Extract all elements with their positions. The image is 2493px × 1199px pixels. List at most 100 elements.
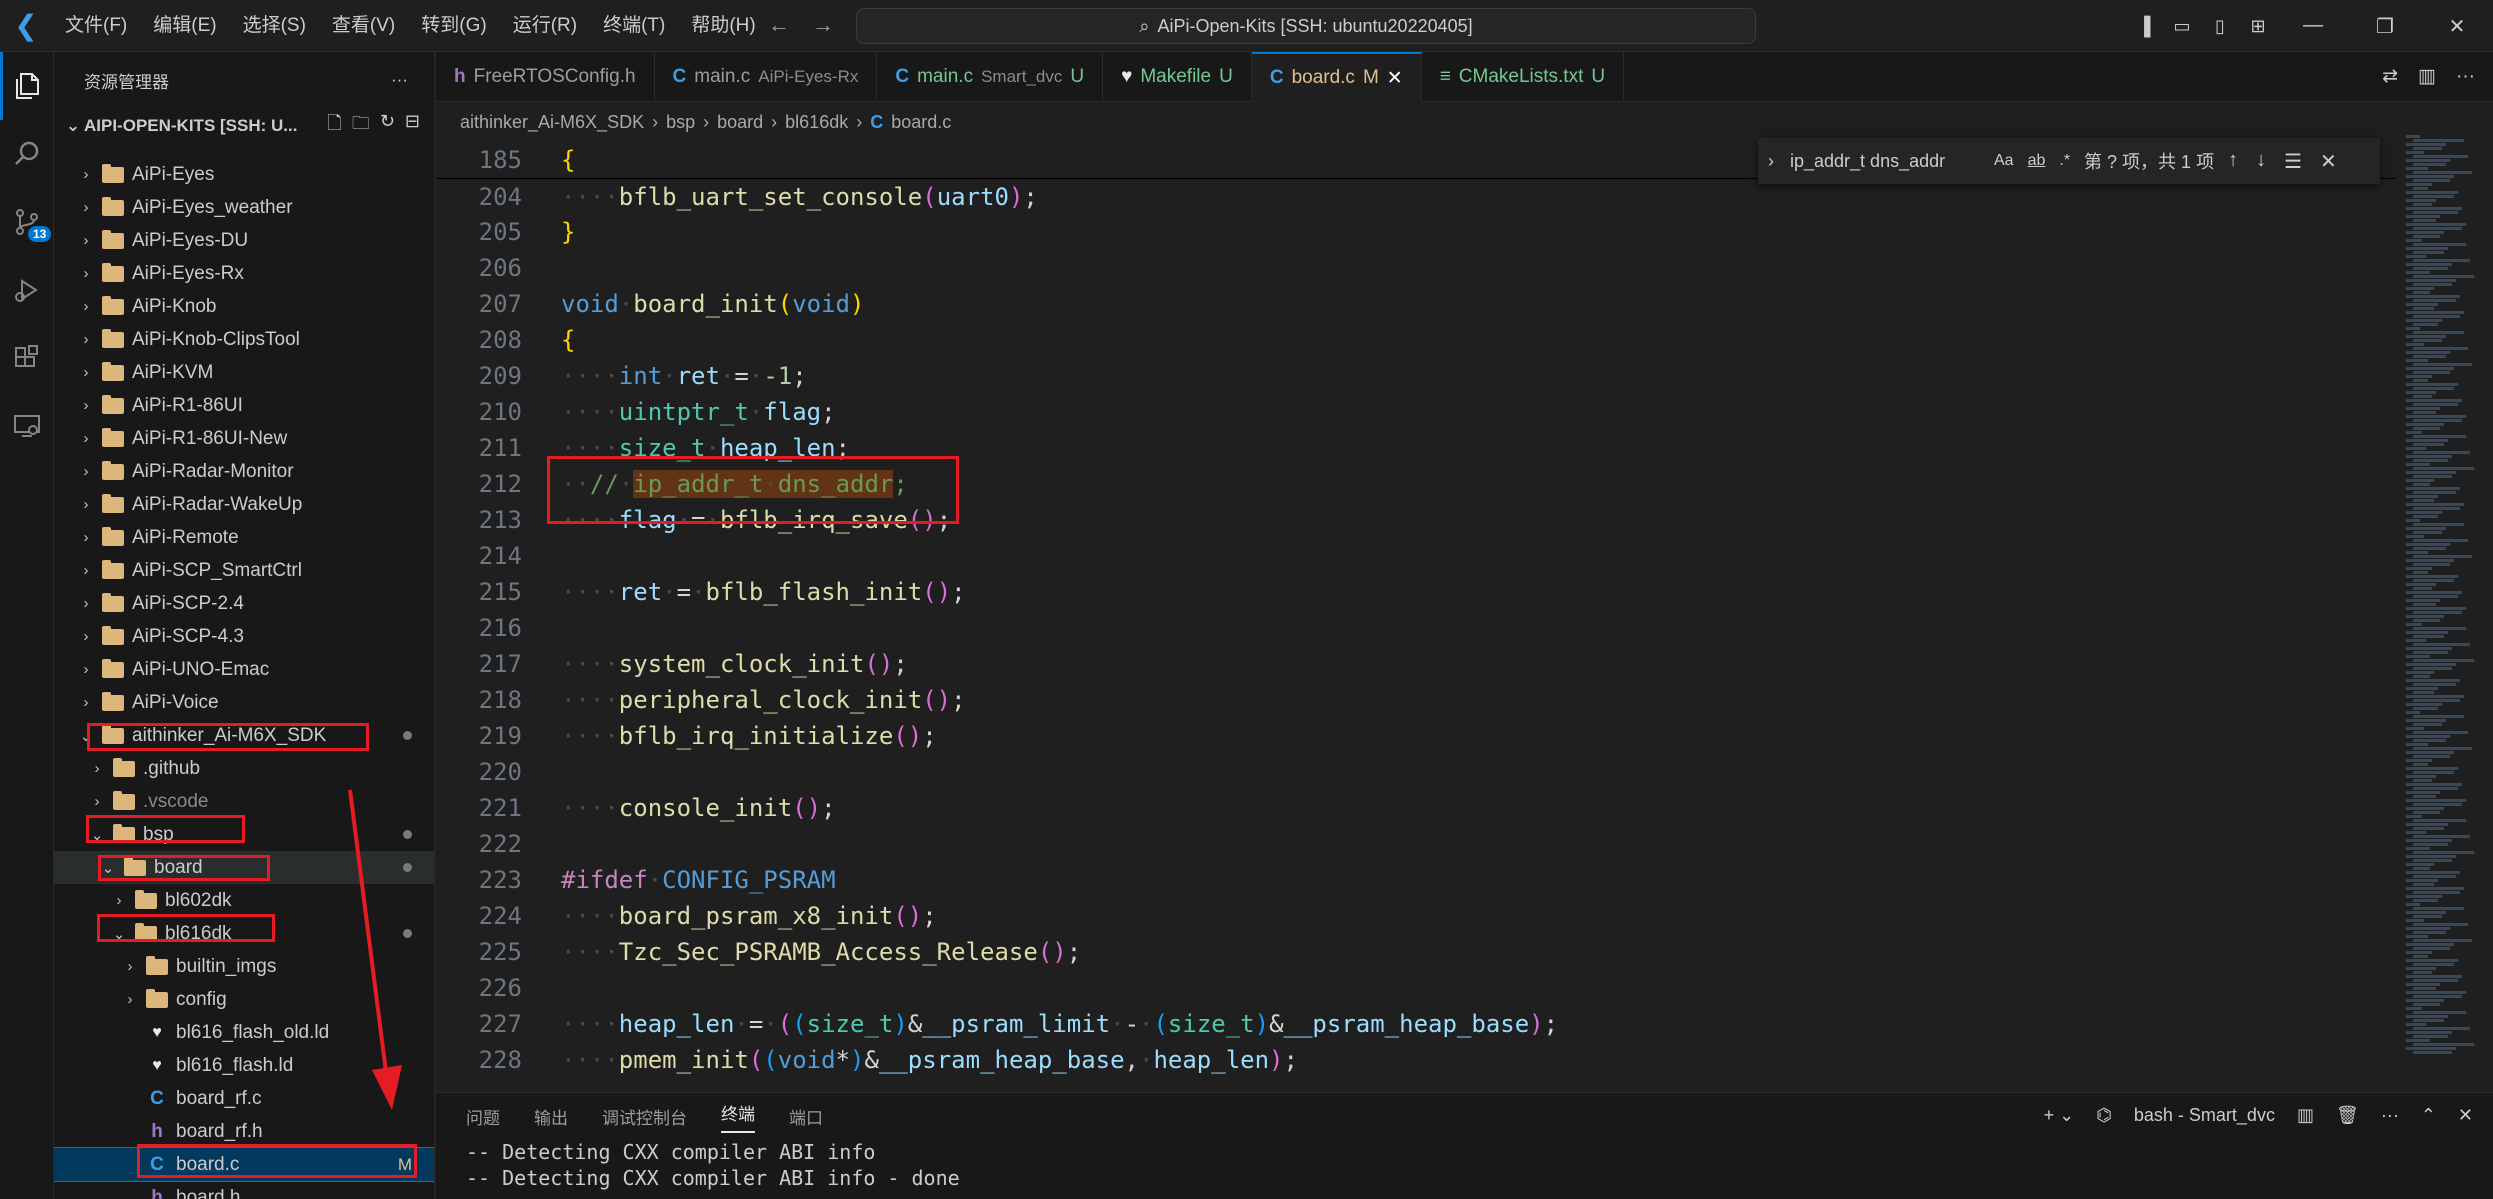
editor-tab[interactable]: Cmain.c AiPi-Eyes-Rx [655, 52, 878, 102]
toggle-secondary-sidebar-icon[interactable]: ▯ [2201, 16, 2239, 37]
tree-item[interactable]: › AiPi-R1-86UI-New [54, 422, 434, 455]
panel-tab[interactable]: 终端 [721, 1100, 755, 1133]
panel-tab[interactable]: 调试控制台 [602, 1104, 687, 1129]
customize-layout-icon[interactable]: ⊞ [2239, 16, 2277, 37]
split-terminal-icon[interactable]: ▥ [2297, 1105, 2314, 1126]
compare-changes-icon[interactable]: ⇄ [2382, 65, 2398, 88]
next-match-icon[interactable]: ↓ [2256, 149, 2266, 174]
source-control-icon[interactable]: 13 [0, 188, 54, 256]
toggle-panel-icon[interactable]: ▭ [2163, 16, 2201, 37]
terminal-name[interactable]: bash - Smart_dvc [2134, 1105, 2275, 1126]
remote-explorer-icon[interactable] [0, 392, 54, 460]
breadcrumb-item[interactable]: board.c [891, 112, 951, 133]
minimap-line [2413, 803, 2462, 806]
tree-item[interactable]: › AiPi-Eyes-Rx [54, 257, 434, 290]
editor-tab[interactable]: ♥ Makefile U [1103, 52, 1252, 102]
back-arrow-icon[interactable]: ← [768, 12, 790, 38]
toggle-primary-sidebar-icon[interactable]: ▐ [2125, 16, 2163, 37]
tree-item[interactable]: › AiPi-SCP-2.4 [54, 587, 434, 620]
code-editor[interactable]: 185 {204 ····bflb_uart_set_console(uart0);… [436, 142, 2396, 1092]
toggle-replace-icon[interactable]: › [1758, 151, 1784, 172]
tree-item[interactable]: › AiPi-Eyes-DU [54, 224, 434, 257]
tree-item[interactable]: › AiPi-KVM [54, 356, 434, 389]
command-center[interactable]: ⌕ AiPi-Open-Kits [SSH: ubuntu20220405] [856, 8, 1756, 44]
tree-item[interactable]: › AiPi-Remote [54, 521, 434, 554]
use-regex-icon[interactable]: .* [2059, 152, 2070, 170]
code-text: ····board_psram_x8_init(); [561, 902, 937, 930]
extensions-icon[interactable] [0, 324, 54, 392]
editor-tab[interactable]: Cmain.c Smart_dvc U [877, 52, 1104, 102]
breadcrumb-item[interactable]: bsp [666, 112, 695, 133]
panel-tab[interactable]: 输出 [534, 1104, 568, 1129]
match-case-icon[interactable]: Aa [1994, 152, 2014, 170]
menu-item[interactable]: 转到(G) [408, 0, 499, 52]
breadcrumb-item[interactable]: bl616dk [785, 112, 848, 133]
find-input[interactable]: ip_addr_t dns_addr [1784, 151, 1994, 172]
panel-tab[interactable]: 问题 [466, 1104, 500, 1129]
maximize-panel-icon[interactable]: ⌃ [2421, 1105, 2436, 1126]
workspace-section-header[interactable]: ⌄ AIPI-OPEN-KITS [SSH: U... 🗋 🗀 ↻ ⊟ [54, 108, 434, 144]
kill-terminal-icon[interactable]: 🗑 [2336, 1105, 2359, 1126]
tree-item[interactable]: › AiPi-SCP_SmartCtrl [54, 554, 434, 587]
tab-label: CMakeLists.txt [1458, 66, 1584, 87]
collapse-all-icon[interactable]: ⊟ [405, 111, 420, 141]
close-tab-icon[interactable]: ✕ [1387, 67, 1403, 90]
line-number: 224 [478, 902, 522, 930]
minimap-line [2413, 259, 2470, 262]
find-in-selection-icon[interactable]: ☰ [2284, 149, 2302, 174]
editor-tab[interactable]: h FreeRTOSConfig.h [436, 52, 655, 102]
split-editor-icon[interactable]: ▥ [2418, 65, 2436, 88]
refresh-icon[interactable]: ↻ [380, 111, 395, 141]
menu-item[interactable]: 编辑(E) [140, 0, 229, 52]
new-file-icon[interactable]: 🗋 [327, 111, 341, 141]
tree-item[interactable]: › AiPi-UNO-Emac [54, 653, 434, 686]
title-bar: ❮ 文件(F) 编辑(E) 选择(S) 查看(V) 转到(G) 运行(R) 终端(T) 帮助(… [0, 0, 2493, 52]
previous-match-icon[interactable]: ↑ [2228, 149, 2238, 174]
tree-item[interactable]: › AiPi-Knob [54, 290, 434, 323]
tree-item[interactable]: › AiPi-Radar-WakeUp [54, 488, 434, 521]
minimap[interactable] [2402, 135, 2493, 1085]
explorer-icon[interactable] [0, 52, 54, 120]
menu-item[interactable]: 查看(V) [319, 0, 408, 52]
panel-tab[interactable]: 端口 [789, 1104, 823, 1129]
menu-item[interactable]: 文件(F) [52, 0, 140, 52]
forward-arrow-icon[interactable]: → [812, 12, 834, 38]
minimap-line [2413, 939, 2472, 942]
breadcrumb-item[interactable]: aithinker_Ai-M6X_SDK [460, 112, 644, 133]
more-actions-icon[interactable]: ··· [2456, 66, 2475, 88]
close-panel-icon[interactable]: ✕ [2458, 1105, 2473, 1126]
minimize-icon[interactable]: — [2277, 14, 2349, 39]
terminal-output[interactable]: -- Detecting CXX compiler ABI info -- Det… [436, 1139, 2493, 1191]
breadcrumb-item[interactable]: board [717, 112, 763, 133]
file-type-icon: ♥ [1121, 66, 1133, 87]
close-find-icon[interactable]: ✕ [2320, 149, 2337, 174]
tree-item[interactable]: › AiPi-Voice [54, 686, 434, 719]
more-actions-icon[interactable]: ··· [391, 70, 408, 90]
editor-tab[interactable]: ≡ CMakeLists.txt U [1422, 52, 1625, 102]
run-debug-icon[interactable] [0, 256, 54, 324]
search-view-icon[interactable] [0, 120, 54, 188]
minimap-line [2406, 575, 2458, 578]
tree-item[interactable]: › AiPi-Knob-ClipsTool [54, 323, 434, 356]
close-window-icon[interactable]: ✕ [2421, 14, 2493, 39]
find-widget: › ip_addr_t dns_addr Aa ab .* 第 ? 项，共 1 … [1758, 138, 2380, 184]
new-terminal-icon[interactable]: + ⌄ [2044, 1105, 2075, 1126]
restore-icon[interactable]: ❐ [2349, 14, 2421, 39]
match-whole-word-icon[interactable]: ab [2028, 152, 2046, 170]
tree-item[interactable]: › AiPi-R1-86UI [54, 389, 434, 422]
menu-item[interactable]: 终端(T) [590, 0, 678, 52]
tree-item[interactable]: › AiPi-Eyes_weather [54, 191, 434, 224]
new-folder-icon[interactable]: 🗀 [352, 111, 370, 141]
menu-item[interactable]: 运行(R) [500, 0, 590, 52]
minimap-line [2413, 435, 2466, 438]
tree-item[interactable]: › AiPi-Eyes [54, 158, 434, 191]
tree-item[interactable]: › .github [54, 752, 434, 785]
tree-item[interactable]: › AiPi-SCP-4.3 [54, 620, 434, 653]
menu-item[interactable]: 选择(S) [230, 0, 319, 52]
more-actions-icon[interactable]: ··· [2381, 1105, 2399, 1126]
menu-item[interactable]: 帮助(H) [678, 0, 768, 52]
editor-tab[interactable]: Cboard.c M ✕ [1251, 52, 1422, 102]
tree-item[interactable]: › AiPi-Radar-Monitor [54, 455, 434, 488]
chevron-right-icon: › [83, 199, 89, 216]
tree-item[interactable]: h board.h [54, 1181, 434, 1199]
